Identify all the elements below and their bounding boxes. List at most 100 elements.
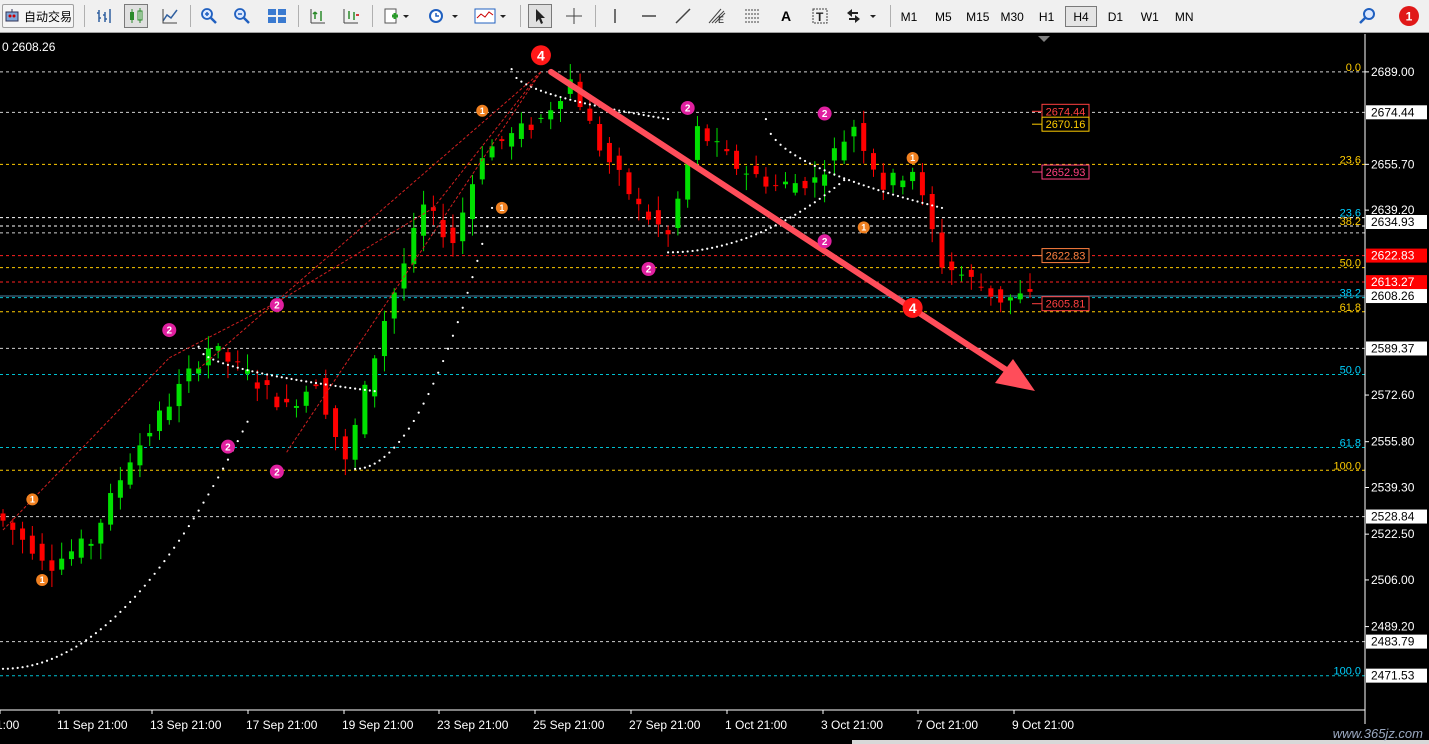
candle-body[interactable] bbox=[548, 110, 554, 120]
timeframe-mn-button[interactable]: MN bbox=[1168, 6, 1200, 27]
candle-body[interactable] bbox=[890, 172, 896, 186]
candle-body[interactable] bbox=[333, 408, 339, 438]
candle-body[interactable] bbox=[254, 382, 260, 389]
autoscroll-icon[interactable] bbox=[306, 4, 330, 28]
timeframe-m30-button[interactable]: M30 bbox=[996, 6, 1028, 27]
candle-body[interactable] bbox=[616, 155, 622, 170]
candle-body[interactable] bbox=[704, 128, 710, 142]
candle-body[interactable] bbox=[362, 384, 368, 435]
candle-body[interactable] bbox=[1027, 289, 1033, 292]
candle-body[interactable] bbox=[98, 522, 104, 544]
fibonacci-icon[interactable]: E bbox=[704, 4, 730, 28]
timeframe-m5-button[interactable]: M5 bbox=[927, 6, 959, 27]
candle-body[interactable] bbox=[665, 230, 671, 235]
candle-body[interactable] bbox=[469, 184, 475, 220]
candle-body[interactable] bbox=[391, 292, 397, 319]
candle-body[interactable] bbox=[949, 261, 955, 271]
candle-body[interactable] bbox=[734, 150, 740, 169]
candle-body[interactable] bbox=[460, 212, 466, 242]
candle-body[interactable] bbox=[538, 117, 544, 119]
candle-body[interactable] bbox=[49, 560, 55, 571]
trendline-icon[interactable] bbox=[671, 4, 695, 28]
candle-body[interactable] bbox=[108, 493, 114, 525]
candle-body[interactable] bbox=[685, 164, 691, 200]
candle-body[interactable] bbox=[998, 289, 1004, 303]
candle-body[interactable] bbox=[802, 180, 808, 189]
price-chart[interactable]: 41111112222222240.023.623.638.250.038.26… bbox=[0, 34, 1429, 744]
horizontal-line-icon[interactable] bbox=[637, 4, 661, 28]
vertical-line-icon[interactable] bbox=[603, 4, 627, 28]
candle-body[interactable] bbox=[1007, 297, 1013, 301]
candle-body[interactable] bbox=[225, 352, 231, 362]
candle-body[interactable] bbox=[968, 269, 974, 277]
timeframe-h4-button[interactable]: H4 bbox=[1065, 6, 1097, 27]
candle-body[interactable] bbox=[782, 181, 788, 185]
candle-body[interactable] bbox=[978, 286, 984, 288]
text-label-icon[interactable]: T bbox=[808, 4, 832, 28]
fib-retracement-icon[interactable] bbox=[740, 4, 764, 28]
candle-body[interactable] bbox=[381, 321, 387, 357]
period-clock-icon[interactable] bbox=[424, 4, 462, 28]
new-order-icon[interactable] bbox=[380, 4, 412, 28]
timeframe-d1-button[interactable]: D1 bbox=[1099, 6, 1131, 27]
templates-icon[interactable] bbox=[472, 4, 510, 28]
candle-body[interactable] bbox=[841, 141, 847, 161]
candle-body[interactable] bbox=[59, 558, 65, 570]
candle-body[interactable] bbox=[675, 198, 681, 228]
candle-body[interactable] bbox=[655, 210, 661, 225]
candle-body[interactable] bbox=[900, 180, 906, 188]
notification-badge[interactable]: 1 bbox=[1396, 4, 1422, 28]
candle-body[interactable] bbox=[186, 368, 192, 382]
candle-body[interactable] bbox=[147, 432, 153, 437]
candlestick-icon[interactable] bbox=[124, 4, 148, 28]
candle-body[interactable] bbox=[831, 148, 837, 161]
candle-body[interactable] bbox=[606, 142, 612, 163]
candle-body[interactable] bbox=[636, 198, 642, 205]
candle-body[interactable] bbox=[196, 368, 202, 374]
zoom-in-icon[interactable] bbox=[197, 4, 221, 28]
candle-body[interactable] bbox=[724, 149, 730, 152]
candle-body[interactable] bbox=[714, 141, 720, 143]
candle-body[interactable] bbox=[518, 123, 524, 139]
bar-chart-icon[interactable] bbox=[92, 4, 116, 28]
candle-body[interactable] bbox=[861, 123, 867, 151]
candle-body[interactable] bbox=[274, 396, 280, 408]
candle-body[interactable] bbox=[880, 172, 886, 190]
candle-body[interactable] bbox=[313, 384, 319, 387]
chart-shift-icon[interactable] bbox=[339, 4, 363, 28]
chart-window[interactable]: 4 1 1 1 1 1 1 2 2 2 2 2 2 2 2 4 0.0 23.6 23.6 38.2 50.0 38.2 6… bbox=[0, 34, 1429, 744]
text-icon[interactable]: A bbox=[774, 4, 798, 28]
candle-body[interactable] bbox=[626, 172, 632, 195]
candle-body[interactable] bbox=[303, 391, 309, 406]
candle-body[interactable] bbox=[988, 288, 994, 297]
candle-body[interactable] bbox=[440, 220, 446, 238]
candle-body[interactable] bbox=[137, 445, 143, 466]
candle-body[interactable] bbox=[822, 174, 828, 186]
candle-body[interactable] bbox=[421, 204, 427, 236]
candle-body[interactable] bbox=[284, 398, 290, 403]
candle-body[interactable] bbox=[166, 406, 172, 421]
candle-body[interactable] bbox=[117, 480, 123, 498]
candle-body[interactable] bbox=[29, 535, 35, 554]
candle-body[interactable] bbox=[646, 211, 652, 220]
candle-body[interactable] bbox=[342, 436, 348, 460]
candle-body[interactable] bbox=[39, 543, 45, 561]
tile-windows-icon[interactable] bbox=[264, 4, 290, 28]
candle-body[interactable] bbox=[88, 543, 94, 546]
candle-body[interactable] bbox=[264, 380, 270, 386]
candle-body[interactable] bbox=[509, 133, 515, 147]
candle-body[interactable] bbox=[352, 424, 358, 460]
zoom-out-icon[interactable] bbox=[230, 4, 254, 28]
candle-body[interactable] bbox=[939, 232, 945, 268]
search-icon[interactable] bbox=[1356, 4, 1380, 28]
candle-body[interactable] bbox=[235, 361, 241, 363]
autotrade-button[interactable]: 自动交易 bbox=[2, 4, 74, 28]
candle-body[interactable] bbox=[450, 227, 456, 244]
candle-body[interactable] bbox=[743, 173, 749, 175]
timeframe-w1-button[interactable]: W1 bbox=[1134, 6, 1166, 27]
line-chart-icon[interactable] bbox=[158, 4, 182, 28]
candle-body[interactable] bbox=[10, 522, 16, 530]
candle-body[interactable] bbox=[587, 108, 593, 121]
candle-body[interactable] bbox=[919, 172, 925, 196]
candle-body[interactable] bbox=[763, 176, 769, 187]
